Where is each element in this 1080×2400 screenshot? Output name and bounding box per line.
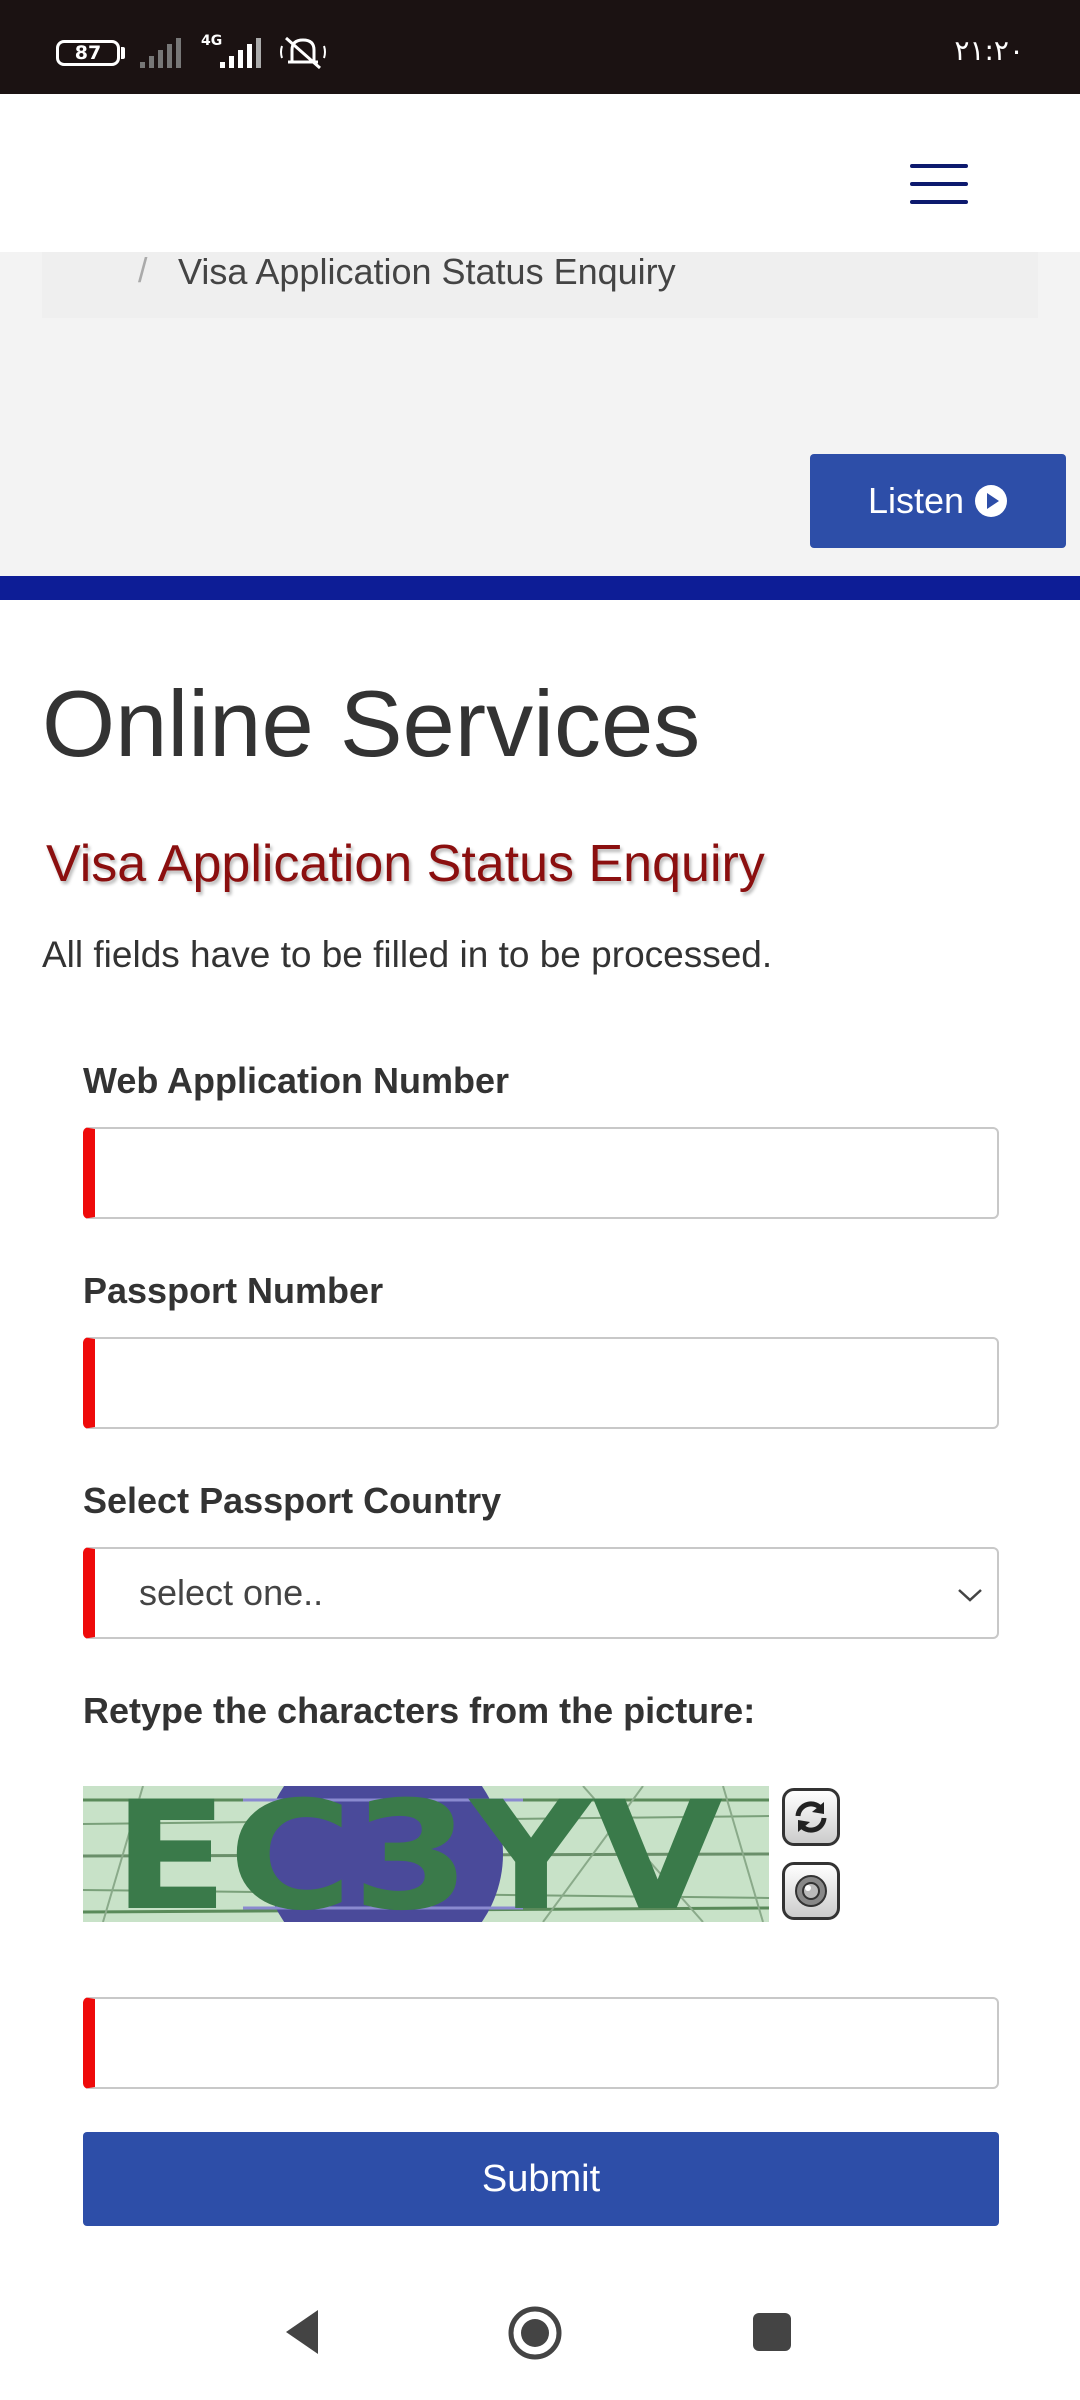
clock: ٢١:٢٠ (954, 34, 1024, 67)
hamburger-menu-icon[interactable] (910, 164, 968, 204)
breadcrumb-area: / Visa Application Status Enquiry Listen (0, 252, 1080, 576)
web-application-number-label: Web Application Number (83, 1060, 510, 1101)
home-icon[interactable] (508, 2306, 562, 2360)
system-navigation-bar (0, 2250, 1080, 2400)
battery-icon: 87 (56, 40, 120, 66)
speaker-icon (795, 1875, 827, 1907)
breadcrumb: / Visa Application Status Enquiry (42, 252, 1038, 318)
section-divider (0, 576, 1080, 600)
recent-apps-icon[interactable] (752, 2312, 792, 2352)
silent-mode-icon (280, 36, 326, 70)
page-title: Online Services (42, 671, 701, 776)
passport-country-select[interactable]: select one.. (83, 1547, 999, 1639)
back-icon[interactable] (282, 2308, 322, 2356)
refresh-captcha-button[interactable] (782, 1788, 840, 1846)
site-header (0, 94, 1080, 252)
submit-button[interactable]: Submit (83, 2132, 999, 2226)
section-title: Visa Application Status Enquiry (46, 835, 765, 893)
listen-button[interactable]: Listen (810, 454, 1066, 548)
signal-strength-icon (140, 38, 181, 68)
passport-number-input[interactable] (83, 1337, 999, 1429)
captcha-input[interactable] (83, 1997, 999, 2089)
play-circle-icon (975, 485, 1008, 517)
chevron-down-icon (958, 1589, 982, 1602)
captcha-image: EC3YV (83, 1786, 769, 1922)
passport-country-selected: select one.. (139, 1572, 324, 1613)
status-bar: 87 4G ٢١:٢٠ (0, 0, 1080, 94)
battery-tip (121, 47, 125, 59)
signal-strength-4g-icon (220, 38, 261, 68)
refresh-icon (795, 1801, 827, 1833)
audio-captcha-button[interactable] (782, 1862, 840, 1920)
passport-country-label: Select Passport Country (83, 1480, 502, 1521)
passport-number-label: Passport Number (83, 1270, 384, 1311)
captcha-label: Retype the characters from the picture: (83, 1690, 756, 1731)
form-instructions: All fields have to be filled in to be pr… (42, 934, 773, 975)
breadcrumb-current: Visa Application Status Enquiry (178, 251, 676, 292)
web-application-number-input[interactable] (83, 1127, 999, 1219)
listen-label: Listen (867, 480, 965, 521)
breadcrumb-separator: / (138, 252, 148, 290)
captcha-text: EC3YV (113, 1786, 723, 1922)
